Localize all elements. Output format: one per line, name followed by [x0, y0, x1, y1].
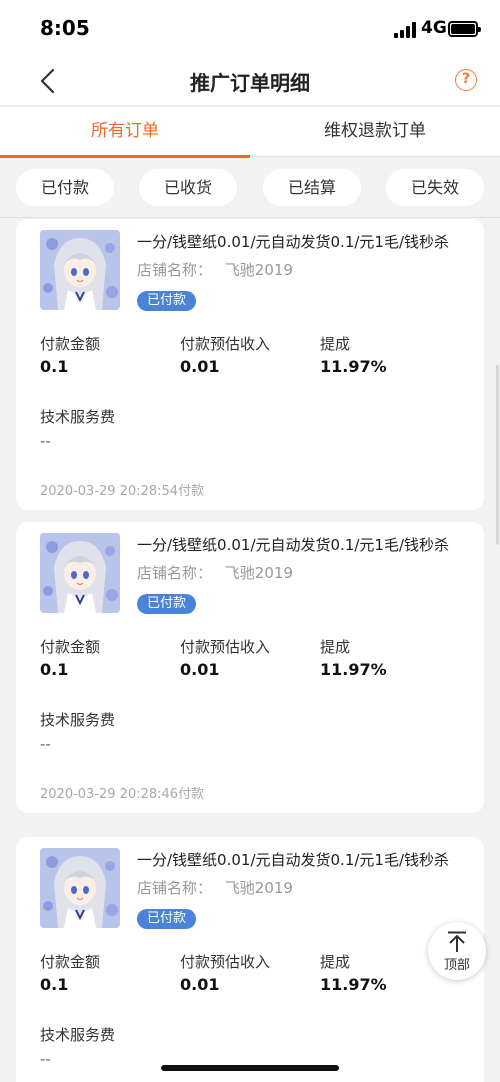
payment-amount-label: 付款金额: [40, 335, 101, 353]
question-circle-icon[interactable]: ?: [455, 69, 477, 91]
shop-name: 飞驰2019: [224, 564, 293, 582]
order-tabs: 所有订单 维权退款订单: [0, 107, 500, 158]
service-fee-value: --: [40, 735, 51, 753]
tab-all-orders[interactable]: 所有订单: [0, 107, 250, 158]
payment-amount-value: 0.1: [40, 357, 69, 376]
nav-bar: 推广订单明细 ?: [0, 56, 500, 106]
service-fee-label: 技术服务费: [40, 408, 116, 426]
estimated-income-label: 付款预估收入: [180, 953, 271, 971]
estimated-income-value: 0.01: [180, 357, 220, 376]
shop-info: 店铺名称： 飞驰2019: [137, 259, 293, 280]
order-list[interactable]: 一分/钱壁纸0.01/元自动发货0.1/元1毛/钱秒杀 店铺名称： 飞驰2019…: [0, 219, 500, 1082]
page-title: 推广订单明细: [190, 71, 310, 95]
payment-time: 2020-03-29 20:28:54付款: [40, 484, 205, 499]
home-indicator: [161, 1065, 339, 1071]
status-filters: 已付款 已收货 已结算 已失效: [0, 158, 500, 218]
commission-value: 11.97%: [320, 975, 387, 994]
commission-label: 提成: [320, 638, 351, 656]
estimated-income-value: 0.01: [180, 660, 220, 679]
order-card[interactable]: 一分/钱壁纸0.01/元自动发货0.1/元1毛/钱秒杀 店铺名称： 飞驰2019…: [16, 219, 484, 510]
product-title: 一分/钱壁纸0.01/元自动发货0.1/元1毛/钱秒杀: [137, 536, 450, 554]
filter-settled[interactable]: 已结算: [263, 169, 361, 206]
commission-value: 11.97%: [320, 660, 387, 679]
shop-name: 飞驰2019: [224, 261, 293, 279]
shop-label: 店铺名称：: [137, 879, 213, 897]
status-badge: 已付款: [137, 594, 197, 614]
tab-refund-orders[interactable]: 维权退款订单: [250, 107, 500, 157]
commission-value: 11.97%: [320, 357, 387, 376]
product-title: 一分/钱壁纸0.01/元自动发货0.1/元1毛/钱秒杀: [137, 851, 450, 869]
back-to-top-button[interactable]: 顶部: [428, 922, 486, 980]
back-to-top-label: 顶部: [443, 958, 470, 973]
service-fee-value: --: [40, 432, 51, 450]
product-thumbnail: [40, 533, 120, 613]
product-thumbnail: [40, 230, 120, 310]
payment-time: 2020-03-29 20:28:46付款: [40, 787, 205, 802]
filter-received[interactable]: 已收货: [139, 169, 237, 206]
shop-info: 店铺名称： 飞驰2019: [137, 877, 293, 898]
estimated-income-label: 付款预估收入: [180, 638, 271, 656]
status-bar: 8:05 4G: [0, 0, 500, 56]
shop-info: 店铺名称： 飞驰2019: [137, 562, 293, 583]
order-card[interactable]: 一分/钱壁纸0.01/元自动发货0.1/元1毛/钱秒杀 店铺名称： 飞驰2019…: [16, 837, 484, 1082]
estimated-income-value: 0.01: [180, 975, 220, 994]
payment-amount-value: 0.1: [40, 975, 69, 994]
payment-amount-value: 0.1: [40, 660, 69, 679]
shop-label: 店铺名称：: [137, 564, 213, 582]
estimated-income-label: 付款预估收入: [180, 335, 271, 353]
cellular-signal-icon: [394, 22, 416, 38]
shop-name: 飞驰2019: [224, 879, 293, 897]
battery-icon: [448, 21, 481, 37]
filter-invalid[interactable]: 已失效: [386, 169, 484, 206]
payment-amount-label: 付款金额: [40, 953, 101, 971]
service-fee-value: --: [40, 1050, 51, 1068]
product-thumbnail: [40, 848, 120, 928]
product-title: 一分/钱壁纸0.01/元自动发货0.1/元1毛/钱秒杀: [137, 233, 450, 251]
commission-label: 提成: [320, 335, 351, 353]
filter-paid[interactable]: 已付款: [16, 169, 114, 206]
network-type: 4G: [421, 18, 447, 38]
service-fee-label: 技术服务费: [40, 1026, 116, 1044]
status-time: 8:05: [40, 16, 90, 40]
payment-amount-label: 付款金额: [40, 638, 101, 656]
arrow-up-icon: [448, 931, 466, 952]
order-card[interactable]: 一分/钱壁纸0.01/元自动发货0.1/元1毛/钱秒杀 店铺名称： 飞驰2019…: [16, 522, 484, 813]
service-fee-label: 技术服务费: [40, 711, 116, 729]
commission-label: 提成: [320, 953, 351, 971]
scrollbar[interactable]: [496, 365, 499, 545]
status-badge: 已付款: [137, 291, 197, 311]
status-badge: 已付款: [137, 909, 197, 929]
shop-label: 店铺名称：: [137, 261, 213, 279]
